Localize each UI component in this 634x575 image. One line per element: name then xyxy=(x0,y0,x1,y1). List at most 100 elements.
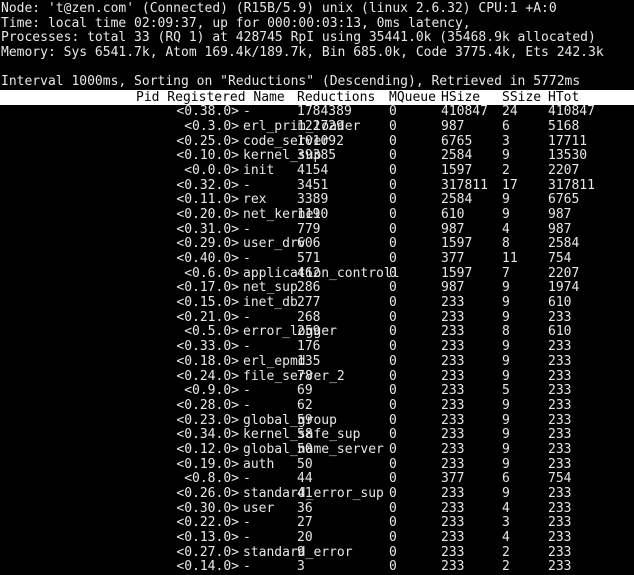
cell-pid: <0.30.0> xyxy=(176,501,239,516)
table-row[interactable]: <0.38.0> - 1784389 0 410847 24 410847 xyxy=(0,105,634,120)
cell-hsize: 377 xyxy=(441,472,465,487)
column-header-mqueue[interactable]: MQueue xyxy=(389,90,436,105)
cell-mqueue: 0 xyxy=(389,296,397,311)
table-row[interactable]: <0.18.0> erl_epmd 135 0 233 9 233 xyxy=(0,355,634,370)
cell-htot: 233 xyxy=(548,457,572,472)
process-table: <0.38.0> -1784389 0 410847 24 410847 <0.3.0> er… xyxy=(0,105,634,575)
table-row[interactable]: <0.11.0> rex 3389 0 2584 9 6765 xyxy=(0,193,634,208)
cell-ssize: 4 xyxy=(502,531,510,546)
table-row[interactable]: <0.31.0> - 779 0 987 4 987 xyxy=(0,223,634,238)
table-row[interactable]: <0.5.0> error_logger 259 0 233 8 610 xyxy=(0,325,634,340)
cell-mqueue: 0 xyxy=(389,384,397,399)
cell-hsize: 2584 xyxy=(441,193,473,208)
table-row[interactable]: <0.25.0> code_server 101092 0 6765 3 17711 xyxy=(0,135,634,150)
table-row[interactable]: <0.32.0> - 3451 0 317811 17 317811 xyxy=(0,179,634,194)
table-row[interactable]: <0.13.0> - 20 0 233 4 233 xyxy=(0,531,634,546)
table-row[interactable]: <0.23.0> global_group 59 0 233 9 233 xyxy=(0,414,634,429)
table-row[interactable]: <0.26.0> standard_error_sup 41 0 233 9 233 xyxy=(0,487,634,502)
table-row[interactable]: <0.20.0> net_kernel 1190 0 610 9 987 xyxy=(0,208,634,223)
table-row[interactable]: <0.24.0> file_server_2 78 0 233 9 233 xyxy=(0,370,634,385)
cell-hsize: 233 xyxy=(441,501,465,516)
cell-ssize: 9 xyxy=(502,487,510,501)
cell-name: file_server_2 xyxy=(243,369,345,384)
cell-reductions: 27 xyxy=(297,516,313,531)
cell-htot: 987 xyxy=(548,207,572,222)
table-row[interactable]: <0.9.0> - 69 0 233 5 233 xyxy=(0,384,634,399)
cell-ssize: 4 xyxy=(502,222,510,237)
table-row[interactable]: <0.34.0> kernel_safe_sup 58 0 233 9 233 xyxy=(0,428,634,443)
table-row[interactable]: <0.21.0> - 268 0 233 9 233 xyxy=(0,311,634,326)
table-row[interactable]: <0.14.0> - 3 0 233 2 233 xyxy=(0,560,634,575)
cell-mqueue: 0 xyxy=(389,472,397,487)
table-row[interactable]: <0.12.0> global_name_server 50 0 233 9 233 xyxy=(0,443,634,458)
table-row[interactable]: <0.29.0> user_drv 606 0 1597 8 2584 xyxy=(0,237,634,252)
cell-pid: <0.40.0> xyxy=(176,252,239,266)
table-row[interactable]: <0.40.0> - 571 0 377 11 754 xyxy=(0,252,634,267)
cell-ssize: 9 xyxy=(502,354,510,369)
table-row[interactable]: <0.33.0> - 176 0 233 9 233 xyxy=(0,340,634,355)
cell-name: user xyxy=(243,501,275,516)
column-header-htot[interactable]: HTot xyxy=(548,90,579,105)
cell-hsize: 2584 xyxy=(441,149,473,164)
table-row[interactable]: <0.27.0> standard_error 9 0 233 2 233 xyxy=(0,546,634,561)
cell-reductions: 462 xyxy=(297,266,321,281)
cell-mqueue: 0 xyxy=(389,163,397,178)
table-row[interactable]: <0.8.0> - 44 0 377 6 754 xyxy=(0,472,634,487)
cell-pid: <0.8.0> xyxy=(184,472,239,487)
cell-htot: 17711 xyxy=(548,134,588,149)
cell-hsize: 610 xyxy=(441,207,465,222)
cell-name: global_group xyxy=(243,413,337,428)
cell-pid: <0.25.0> xyxy=(176,134,239,149)
cell-mqueue: 0 xyxy=(389,531,397,546)
table-row[interactable]: <0.28.0> - 62 0 233 9 233 xyxy=(0,399,634,414)
cell-reductions: 1784389 xyxy=(297,105,352,120)
cell-reductions: 3389 xyxy=(297,193,329,208)
cell-htot: 233 xyxy=(548,501,572,516)
cell-mqueue: 0 xyxy=(389,193,397,208)
cell-name: - xyxy=(243,472,251,487)
table-row[interactable]: <0.15.0> inet_db 277 0 233 9 610 xyxy=(0,296,634,311)
table-row[interactable]: <0.6.0> application_controll 462 0 1597 7 2207 xyxy=(0,267,634,282)
column-header-reductions[interactable]: Reductions xyxy=(297,90,375,105)
cell-reductions: 277 xyxy=(297,296,321,311)
cell-name: - xyxy=(243,398,251,413)
column-header-ssize[interactable]: SSize xyxy=(502,90,541,105)
cell-ssize: 8 xyxy=(502,237,510,252)
column-header-hsize[interactable]: HSize xyxy=(441,90,480,105)
terminal-screen[interactable]: Node: 't@zen.com' (Connected) (R15B/5.9)… xyxy=(0,0,634,574)
cell-htot: 2207 xyxy=(548,163,580,178)
memory-line: Memory: Sys 6541.7k, Atom 169.4k/189.7k,… xyxy=(1,45,604,61)
table-row[interactable]: <0.22.0> - 27 0 233 3 233 xyxy=(0,516,634,531)
cell-hsize: 233 xyxy=(441,340,465,355)
cell-htot: 233 xyxy=(548,428,572,443)
table-row[interactable]: <0.0.0> init 4154 0 1597 2 2207 xyxy=(0,164,634,179)
cell-htot: 754 xyxy=(548,252,572,266)
cell-ssize: 2 xyxy=(502,560,510,575)
cell-name: net_sup xyxy=(243,281,298,296)
cell-hsize: 1597 xyxy=(441,237,473,252)
table-row[interactable]: <0.3.0> erl_prim_loader 122729 0 987 6 5168 xyxy=(0,120,634,135)
cell-reductions: 62 xyxy=(297,398,313,413)
cell-reductions: 286 xyxy=(297,281,321,296)
table-row[interactable]: <0.19.0> auth 50 0 233 9 233 xyxy=(0,458,634,473)
table-row[interactable]: <0.10.0> kernel_sup 39385 0 2584 9 13530 xyxy=(0,149,634,164)
cell-hsize: 233 xyxy=(441,487,465,501)
cell-reductions: 44 xyxy=(297,472,313,487)
cell-mqueue: 0 xyxy=(389,252,397,266)
cell-hsize: 233 xyxy=(441,413,465,428)
cell-htot: 233 xyxy=(548,398,572,413)
cell-mqueue: 0 xyxy=(389,560,397,575)
cell-name: - xyxy=(243,178,251,193)
cell-name: - xyxy=(243,310,251,325)
cell-name: - xyxy=(243,384,251,399)
cell-name: - xyxy=(243,252,251,266)
cell-pid: <0.10.0> xyxy=(176,149,239,164)
cell-reductions: 20 xyxy=(297,531,313,546)
table-row[interactable]: <0.17.0> net_sup 286 0 987 9 1974 xyxy=(0,281,634,296)
table-row[interactable]: <0.30.0> user 36 0 233 4 233 xyxy=(0,502,634,517)
cell-pid: <0.17.0> xyxy=(176,281,239,296)
cell-htot: 5168 xyxy=(548,119,580,134)
cell-pid: <0.26.0> xyxy=(176,487,239,501)
cell-htot: 233 xyxy=(548,442,572,457)
cell-reductions: 50 xyxy=(297,442,313,457)
